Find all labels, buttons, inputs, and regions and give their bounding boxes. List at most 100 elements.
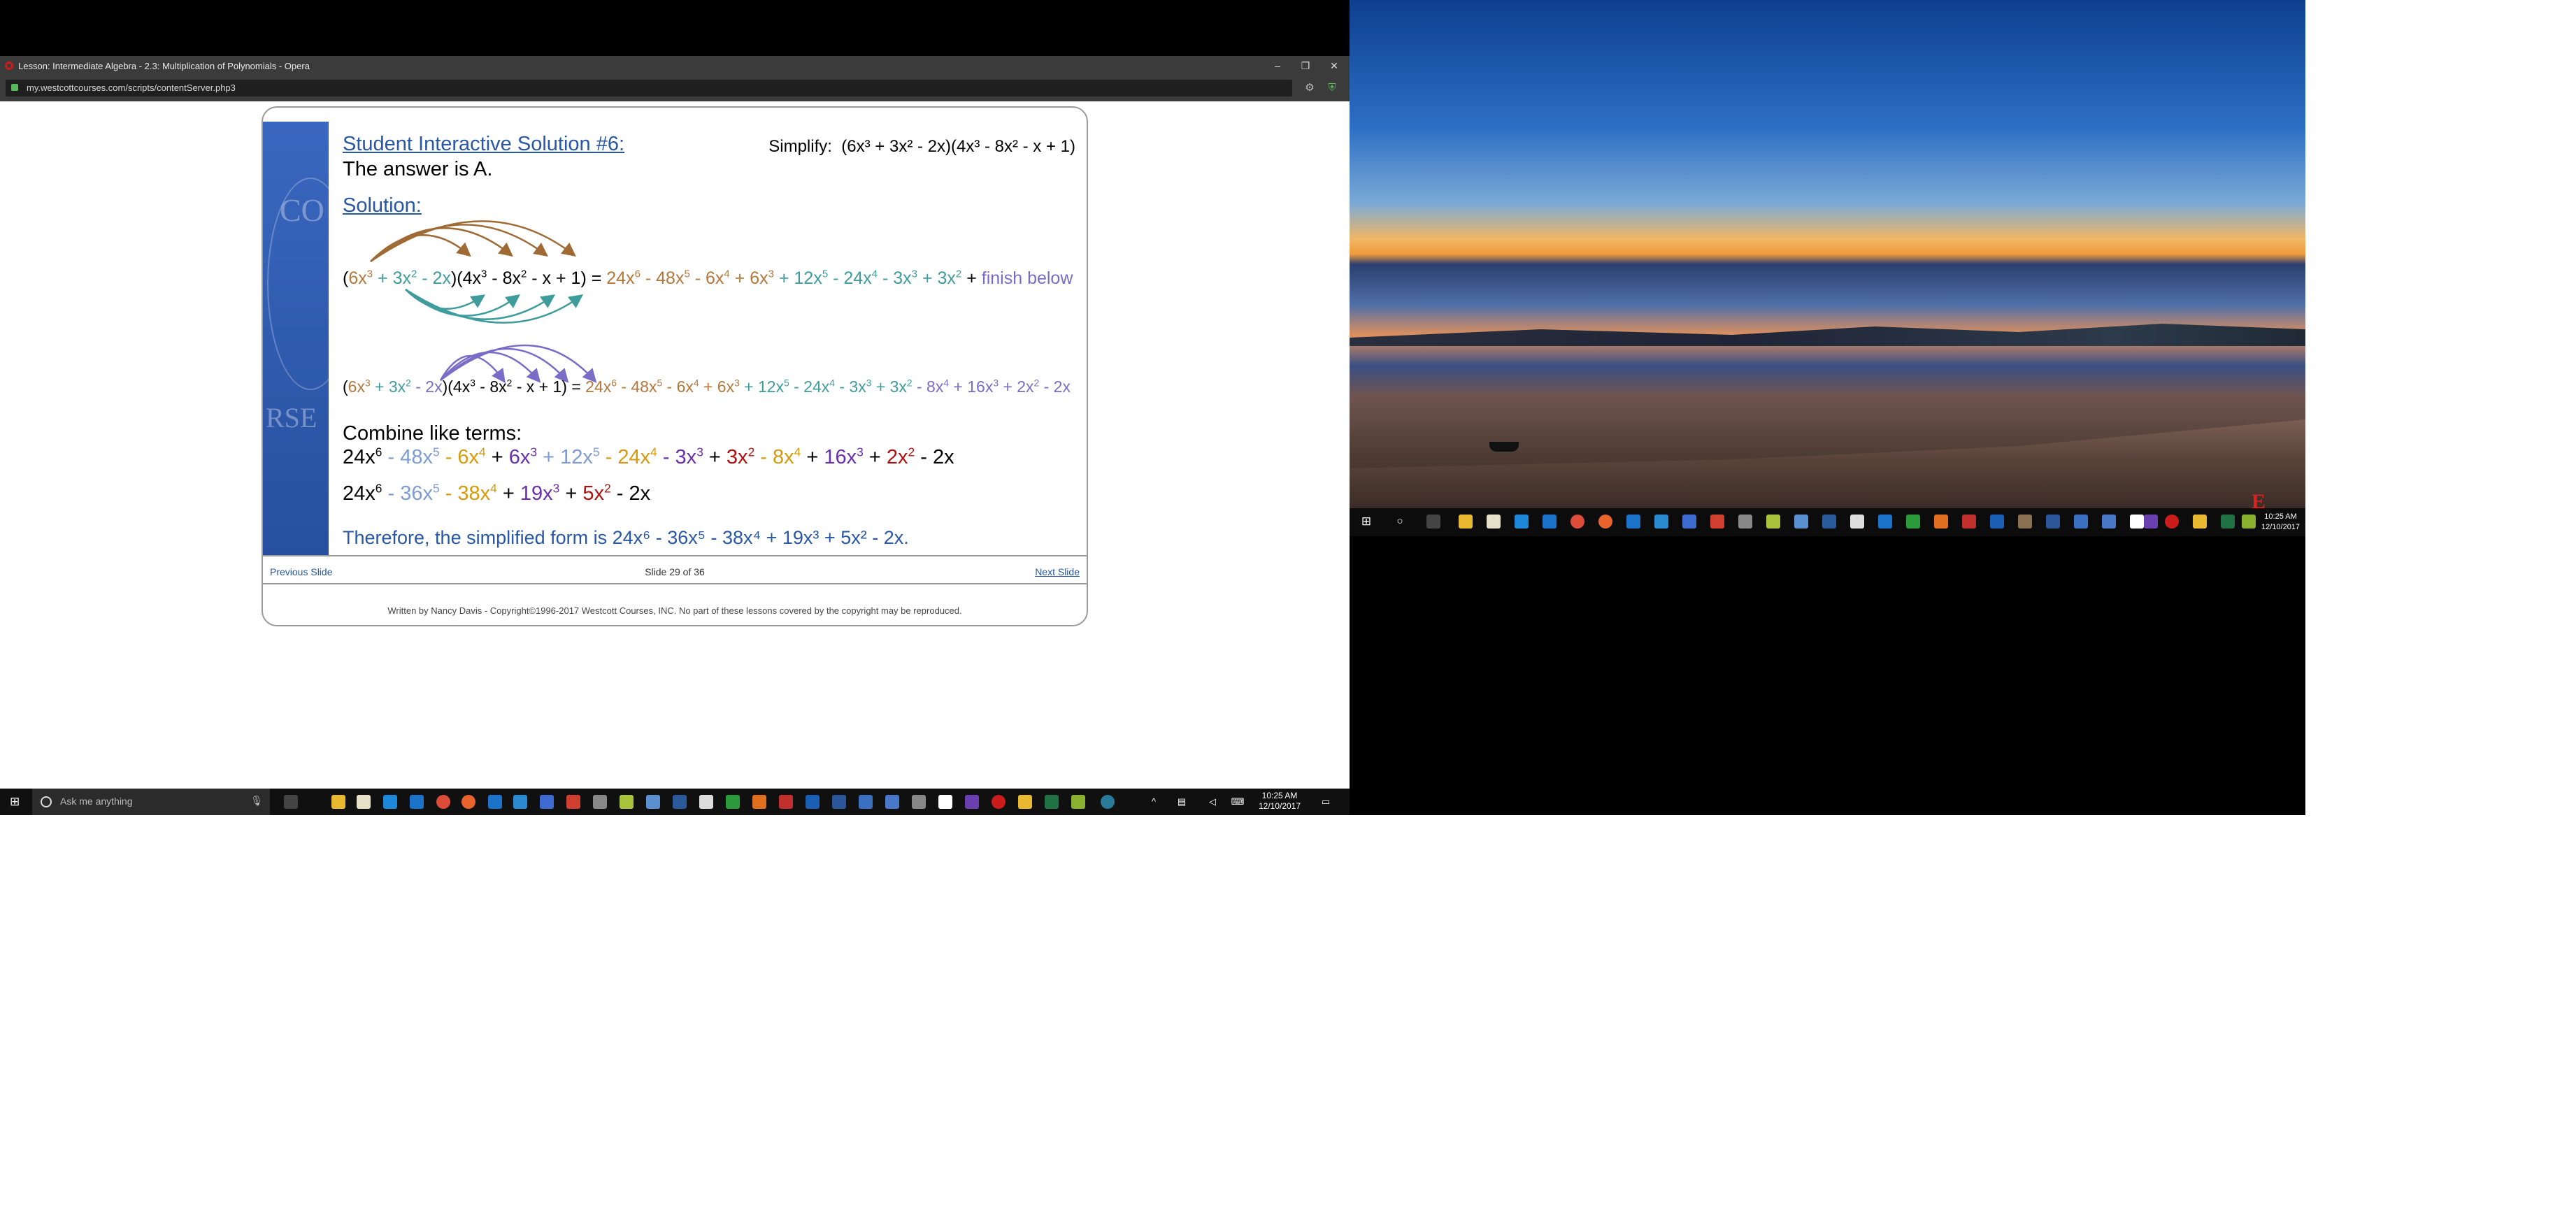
app-icon[interactable] [1101, 795, 1115, 809]
excel-icon[interactable] [2221, 515, 2235, 529]
app-icon[interactable] [1934, 515, 1948, 529]
app-icon[interactable] [2074, 515, 2088, 529]
app-icon[interactable] [1654, 515, 1668, 529]
edge-icon[interactable] [1543, 515, 1557, 529]
answer-text: The answer is A. [343, 158, 493, 180]
slide-counter: Slide 29 of 36 [645, 566, 705, 577]
app-icon[interactable] [885, 795, 899, 809]
close-button[interactable]: ✕ [1326, 58, 1342, 73]
filezilla-icon[interactable] [779, 795, 793, 809]
ie-icon[interactable] [1626, 515, 1640, 529]
star-icon[interactable] [1710, 515, 1724, 529]
firefox-icon[interactable] [461, 795, 475, 809]
calculator-icon[interactable] [699, 795, 713, 809]
taskbar-right: E ⊞ ○ 10:25 AM 12/10/2017 [1350, 490, 2305, 536]
app-icon[interactable] [1878, 515, 1892, 529]
lambda-icon[interactable] [1766, 515, 1780, 529]
visual-studio-icon[interactable] [965, 795, 979, 809]
finish-below-note: finish below [981, 268, 1073, 288]
app-icon[interactable] [752, 795, 766, 809]
lambda-icon[interactable] [620, 795, 634, 809]
network-icon[interactable]: ▤ [1175, 795, 1189, 809]
app-icon[interactable] [2242, 515, 2256, 529]
address-bar: my.westcottcourses.com/scripts/contentSe… [0, 76, 1350, 101]
url-field[interactable]: my.westcottcourses.com/scripts/contentSe… [6, 80, 1292, 96]
store-icon[interactable] [1487, 515, 1501, 529]
taskbar-left: ⊞ Ask me anything 🎙 ^ ▤ ◁ ⌨ 10:25 AM 12/1… [0, 789, 1350, 815]
app-icon[interactable] [1906, 515, 1920, 529]
microphone-icon[interactable]: 🎙 [250, 795, 263, 807]
app-icon[interactable] [673, 795, 687, 809]
tool-icon[interactable] [383, 795, 397, 809]
app-icon[interactable] [1738, 515, 1752, 529]
app-icon[interactable] [513, 795, 527, 809]
chevron-up-icon[interactable]: ^ [1147, 795, 1161, 809]
distant-hills [1350, 324, 2305, 346]
expansion-line-1: (6x3 + 3x2 - 2x)(4x3 - 8x2 - x + 1) = 24… [343, 268, 1073, 288]
next-slide-link[interactable]: Next Slide [1035, 566, 1080, 577]
ie-icon[interactable] [488, 795, 502, 809]
app-icon[interactable] [912, 795, 926, 809]
task-view-icon[interactable] [1426, 515, 1440, 529]
app-icon[interactable] [726, 795, 740, 809]
app-icon[interactable] [2193, 515, 2207, 529]
file-explorer-icon[interactable] [331, 795, 345, 809]
opera-icon[interactable] [2165, 515, 2179, 529]
clock[interactable]: 10:25 AM 12/10/2017 [2261, 512, 2300, 533]
app-icon[interactable] [593, 795, 607, 809]
divider [263, 555, 1087, 556]
edge-icon[interactable] [410, 795, 424, 809]
combine-label: Combine like terms: [343, 422, 522, 445]
outlook-icon[interactable] [1990, 515, 2004, 529]
app-icon[interactable] [1071, 795, 1085, 809]
word-icon[interactable] [832, 795, 846, 809]
keyboard-icon[interactable]: ⌨ [1231, 795, 1245, 809]
browser-title-bar[interactable]: Lesson: Intermediate Algebra - 2.3: Mult… [0, 56, 1350, 76]
firefox-icon[interactable] [1598, 515, 1612, 529]
settings-icon[interactable]: ⚙ [1303, 82, 1316, 94]
excel-icon[interactable] [1045, 795, 1059, 809]
file-explorer-icon[interactable] [1459, 515, 1473, 529]
seal-letters: CO [280, 192, 324, 228]
word-icon[interactable] [2046, 515, 2060, 529]
star-icon[interactable] [566, 795, 580, 809]
app-icon[interactable] [1018, 795, 1032, 809]
simplify-label: Simplify: [768, 137, 832, 156]
chrome-icon[interactable] [436, 795, 450, 809]
filezilla-icon[interactable] [1962, 515, 1976, 529]
app-icon[interactable] [1822, 515, 1836, 529]
app-icon[interactable] [646, 795, 660, 809]
mail-icon[interactable] [938, 795, 952, 809]
app-icon[interactable] [1682, 515, 1696, 529]
final-answer-text: Therefore, the simplified form is 24x⁶ -… [343, 527, 909, 548]
shield-icon[interactable]: ⛨ [1326, 82, 1338, 94]
solution-title: Student Interactive Solution #6: [343, 133, 625, 155]
volume-icon[interactable]: ◁ [1205, 795, 1219, 809]
calculator-icon[interactable] [1850, 515, 1864, 529]
visual-studio-icon[interactable] [2144, 515, 2158, 529]
minimize-button[interactable]: – [1270, 58, 1285, 73]
tool-icon[interactable] [1515, 515, 1529, 529]
windows-start-icon[interactable]: ⊞ [10, 796, 22, 808]
app-icon[interactable] [2018, 515, 2032, 529]
app-icon[interactable] [859, 795, 873, 809]
task-view-icon[interactable] [284, 795, 298, 809]
shoreline [1350, 419, 2305, 508]
opera-icon [5, 62, 13, 70]
cortana-icon[interactable]: ○ [1393, 515, 1407, 529]
outlook-icon[interactable] [806, 795, 820, 809]
store-icon[interactable] [357, 795, 371, 809]
combine-line-1: 24x6 - 48x5 - 6x4 + 6x3 + 12x5 - 24x4 - … [343, 445, 954, 468]
app-icon[interactable] [2102, 515, 2116, 529]
cortana-search-box[interactable]: Ask me anything 🎙 [32, 789, 270, 815]
clock[interactable]: 10:25 AM 12/10/2017 [1259, 791, 1301, 812]
app-icon[interactable] [1794, 515, 1808, 529]
app-icon[interactable] [540, 795, 554, 809]
chrome-icon[interactable] [1570, 515, 1584, 529]
restore-button[interactable]: ❐ [1298, 58, 1313, 73]
windows-start-icon[interactable]: ⊞ [1359, 515, 1373, 529]
opera-icon[interactable] [992, 795, 1006, 809]
copyright-notice: Written by Nancy Davis - Copyright©1996-… [387, 605, 962, 616]
mail-icon[interactable] [2130, 515, 2144, 529]
notification-icon[interactable]: ▭ [1319, 795, 1333, 809]
